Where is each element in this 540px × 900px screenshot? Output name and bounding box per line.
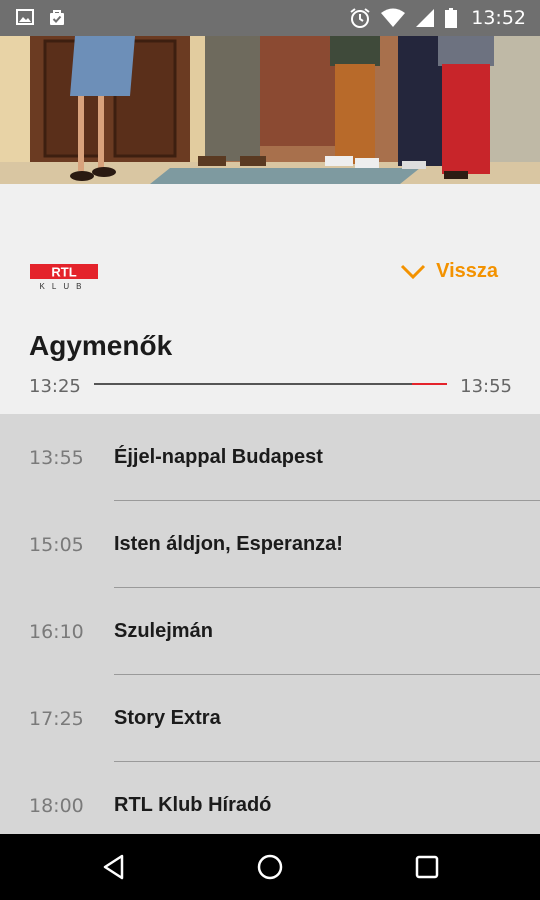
status-bar: 13:52 [0, 0, 540, 36]
progress-elapsed [94, 383, 412, 385]
program-header: RTL KLUB Vissza Agymenők 13:25 13:55 [0, 184, 540, 414]
list-item-time: 13:55 [29, 447, 84, 469]
program-progress-bar [94, 383, 447, 385]
list-item-time: 16:10 [29, 621, 84, 643]
list-item-time: 17:25 [29, 708, 84, 730]
alarm-icon [350, 8, 370, 28]
back-nav-icon[interactable] [99, 852, 129, 882]
list-item-title: Szulejmán [114, 620, 213, 642]
recents-nav-icon[interactable] [412, 852, 442, 882]
system-nav-bar [0, 834, 540, 900]
status-time: 13:52 [471, 7, 526, 29]
home-nav-icon[interactable] [255, 852, 285, 882]
show-hero-image [0, 36, 540, 184]
current-program-title: Agymenők [29, 330, 173, 361]
list-item[interactable]: 16:10 Szulejmán [0, 588, 540, 675]
list-item-time: 18:00 [29, 795, 84, 817]
signal-icon [416, 9, 435, 27]
program-end-time: 13:55 [460, 376, 512, 397]
list-item[interactable]: 13:55 Éjjel-nappal Budapest [0, 414, 540, 501]
list-item-time: 15:05 [29, 534, 84, 556]
list-item-title: RTL Klub Híradó [114, 794, 272, 816]
back-button-label: Vissza [436, 260, 498, 282]
program-start-time: 13:25 [29, 376, 81, 397]
image-icon [16, 9, 34, 25]
progress-remaining [411, 383, 447, 385]
list-item-title: Story Extra [114, 707, 221, 729]
bag-check-icon [50, 10, 64, 25]
list-item[interactable]: 15:05 Isten áldjon, Esperanza! [0, 501, 540, 588]
list-item[interactable]: 17:25 Story Extra [0, 675, 540, 762]
logo-text: RTL [51, 265, 76, 280]
chevron-down-icon [401, 264, 426, 279]
rtl-klub-logo: RTL KLUB [30, 264, 98, 290]
list-item-title: Isten áldjon, Esperanza! [114, 533, 343, 555]
battery-icon [445, 8, 458, 28]
logo-subtext: KLUB [40, 282, 89, 290]
list-item-title: Éjjel-nappal Budapest [114, 446, 323, 468]
schedule-list: 13:55 Éjjel-nappal Budapest 15:05 Isten … [0, 414, 540, 834]
list-item[interactable]: 18:00 RTL Klub Híradó [0, 762, 540, 834]
wifi-icon [381, 8, 406, 27]
back-button[interactable]: Vissza [400, 260, 498, 283]
